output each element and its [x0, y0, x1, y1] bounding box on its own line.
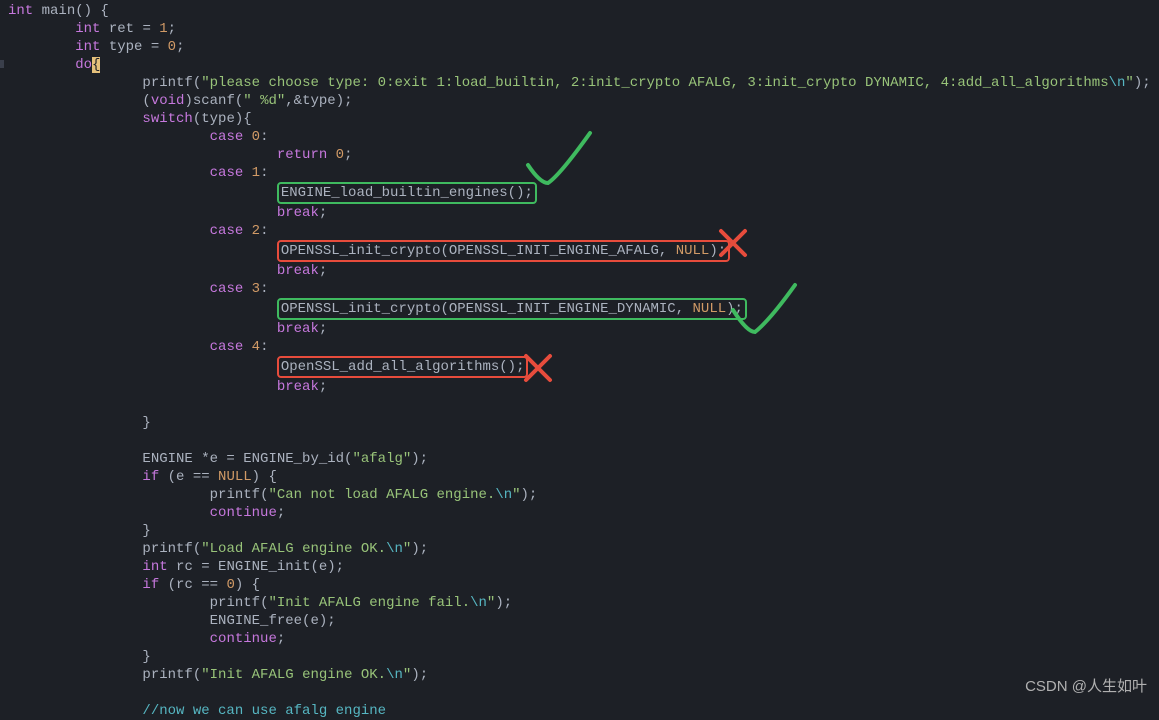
number: 1	[159, 21, 167, 37]
string-end: "	[1125, 75, 1133, 91]
number: 2	[252, 223, 260, 239]
string: "Load AFALG engine OK.	[201, 541, 386, 557]
code-call: OPENSSL_init_crypto(OPENSSL_INIT_ENGINE_…	[281, 243, 676, 259]
keyword-int: int	[75, 21, 100, 37]
watermark-text: CSDN @人生如叶	[1025, 678, 1147, 696]
number: 0	[168, 39, 176, 55]
keyword-case: case	[210, 223, 244, 239]
text: ,&type);	[285, 93, 352, 109]
keyword-if: if	[142, 469, 159, 485]
keyword-int: int	[142, 559, 167, 575]
highlight-box-green: ENGINE_load_builtin_engines();	[277, 182, 537, 204]
keyword-int: int	[8, 3, 33, 19]
string-end: "	[403, 667, 411, 683]
number: 4	[252, 339, 260, 355]
keyword-case: case	[210, 165, 244, 181]
text: (type){	[193, 111, 252, 127]
highlight-box-green: OPENSSL_init_crypto(OPENSSL_INIT_ENGINE_…	[277, 298, 747, 320]
highlight-box-red: OpenSSL_add_all_algorithms();	[277, 356, 529, 378]
fn-printf: printf	[142, 541, 192, 557]
escape: \n	[386, 667, 403, 683]
number: 0	[226, 577, 234, 593]
text: ENGINE_free(e);	[210, 613, 336, 629]
text: (e ==	[159, 469, 218, 485]
code-call: OpenSSL_add_all_algorithms();	[281, 359, 525, 375]
keyword-return: return	[277, 147, 327, 163]
text: main() {	[33, 3, 109, 19]
number: 0	[336, 147, 344, 163]
number: 1	[252, 165, 260, 181]
text: ret =	[100, 21, 159, 37]
keyword-if: if	[142, 577, 159, 593]
string-end: "	[403, 541, 411, 557]
text: );	[709, 243, 726, 259]
keyword-int: int	[75, 39, 100, 55]
string: "Init AFALG engine OK.	[201, 667, 386, 683]
keyword-continue: continue	[210, 505, 277, 521]
highlight-box-red: OPENSSL_init_crypto(OPENSSL_INIT_ENGINE_…	[277, 240, 730, 262]
escape: \n	[386, 541, 403, 557]
code-call: ENGINE_load_builtin_engines();	[281, 185, 533, 201]
escape: \n	[470, 595, 487, 611]
fn-printf: printf	[142, 75, 192, 91]
gutter-marker	[0, 60, 4, 68]
keyword-case: case	[210, 281, 244, 297]
fn-printf: printf	[210, 487, 260, 503]
keyword-void: void	[151, 93, 185, 109]
code-call: OPENSSL_init_crypto(OPENSSL_INIT_ENGINE_…	[281, 301, 693, 317]
keyword-break: break	[277, 321, 319, 337]
null-const: NULL	[676, 243, 710, 259]
null-const: NULL	[218, 469, 252, 485]
string: "Init AFALG engine fail.	[268, 595, 470, 611]
number: 3	[252, 281, 260, 297]
cursor-brace: {	[92, 57, 100, 73]
fn-printf: printf	[142, 667, 192, 683]
text: ) {	[252, 469, 277, 485]
keyword-continue: continue	[210, 631, 277, 647]
string: "please choose type: 0:exit 1:load_built…	[201, 75, 1108, 91]
keyword-switch: switch	[142, 111, 192, 127]
keyword-break: break	[277, 263, 319, 279]
escape: \n	[1109, 75, 1126, 91]
text: ) {	[235, 577, 260, 593]
comment: //now we can use afalg engine	[142, 703, 386, 719]
keyword-break: break	[277, 205, 319, 221]
string: "afalg"	[352, 451, 411, 467]
keyword-case: case	[210, 129, 244, 145]
text: );	[726, 301, 743, 317]
escape: \n	[495, 487, 512, 503]
code-editor[interactable]: int main() { int ret = 1; int type = 0; …	[0, 2, 1159, 720]
number: 0	[252, 129, 260, 145]
string: "Can not load AFALG engine.	[268, 487, 495, 503]
string-end: "	[512, 487, 520, 503]
text: (rc ==	[159, 577, 226, 593]
keyword-do: do	[75, 57, 92, 73]
text: type =	[100, 39, 167, 55]
keyword-break: break	[277, 379, 319, 395]
text: ENGINE *e = ENGINE_by_id(	[142, 451, 352, 467]
fn-printf: printf	[210, 595, 260, 611]
text: );	[411, 451, 428, 467]
string: " %d"	[243, 93, 285, 109]
null-const: NULL	[693, 301, 727, 317]
keyword-case: case	[210, 339, 244, 355]
text: rc = ENGINE_init(e);	[168, 559, 344, 575]
string-end: "	[487, 595, 495, 611]
fn-scanf: scanf	[193, 93, 235, 109]
